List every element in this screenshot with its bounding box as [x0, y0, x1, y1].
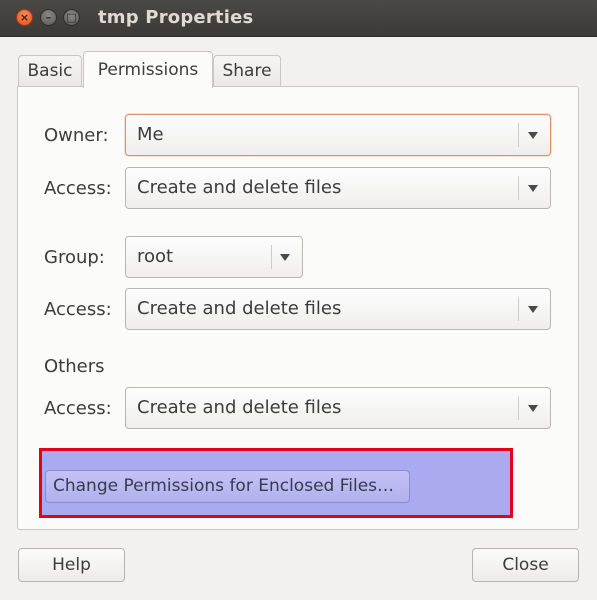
tab-permissions[interactable]: Permissions	[83, 51, 213, 88]
change-permissions-enclosed-button[interactable]: Change Permissions for Enclosed Files…	[45, 470, 410, 503]
chevron-down-icon	[280, 254, 290, 261]
owner-access-value: Create and delete files	[137, 177, 342, 198]
others-label: Others	[44, 356, 105, 377]
help-button[interactable]: Help	[18, 548, 125, 582]
group-access-separator	[518, 297, 519, 321]
group-value: root	[137, 246, 174, 267]
window-close-icon[interactable]: ×	[16, 9, 33, 26]
tab-share[interactable]: Share	[213, 55, 281, 87]
tab-basic[interactable]: Basic	[18, 55, 82, 87]
window-title: tmp Properties	[98, 7, 254, 28]
chevron-down-icon	[528, 132, 538, 139]
chevron-down-icon	[528, 405, 538, 412]
close-button[interactable]: Close	[472, 548, 579, 582]
group-access-label: Access:	[44, 299, 112, 320]
owner-value: Me	[137, 124, 164, 145]
title-bar: × – □ tmp Properties	[0, 0, 597, 37]
owner-access-label: Access:	[44, 178, 112, 199]
others-access-label: Access:	[44, 398, 112, 419]
others-access-value: Create and delete files	[137, 397, 342, 418]
owner-label: Owner:	[44, 125, 109, 146]
others-access-separator	[518, 396, 519, 420]
window-maximize-icon[interactable]: □	[63, 9, 80, 26]
owner-combo[interactable]: Me	[125, 114, 551, 156]
others-access-combo[interactable]: Create and delete files	[125, 387, 551, 429]
window-minimize-icon[interactable]: –	[40, 9, 57, 26]
owner-access-separator	[518, 176, 519, 200]
chevron-down-icon	[528, 306, 538, 313]
group-combo[interactable]: root	[125, 236, 303, 278]
group-label: Group:	[44, 247, 105, 268]
chevron-down-icon	[528, 185, 538, 192]
group-access-value: Create and delete files	[137, 298, 342, 319]
group-access-combo[interactable]: Create and delete files	[125, 288, 551, 330]
owner-access-combo[interactable]: Create and delete files	[125, 167, 551, 209]
group-combo-separator	[271, 245, 272, 269]
owner-combo-separator	[518, 123, 519, 147]
